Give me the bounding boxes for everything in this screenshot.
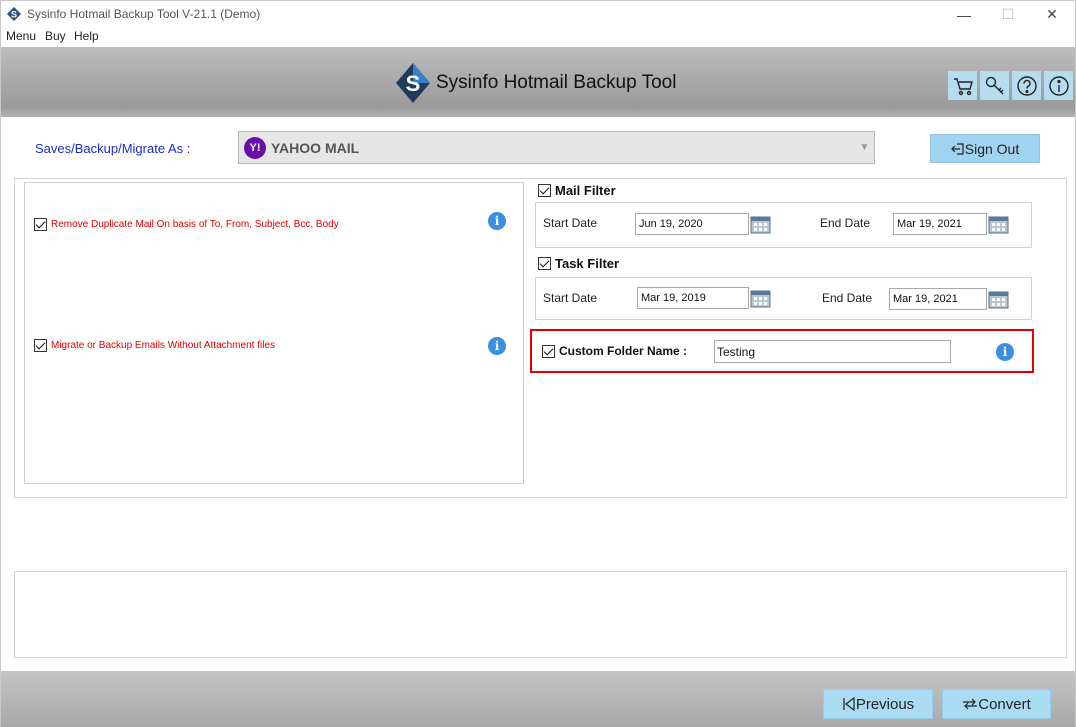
mail-filter-title: Mail Filter <box>555 183 616 198</box>
calendar-icon[interactable] <box>750 288 771 308</box>
app-window: S Sysinfo Hotmail Backup Tool V-21.1 (De… <box>0 0 1076 727</box>
minimize-button[interactable]: — <box>941 1 987 28</box>
remove-duplicate-label: Remove Duplicate Mail On basis of To, Fr… <box>51 219 339 230</box>
remove-duplicate-checkbox[interactable] <box>34 218 47 231</box>
menu-item-help[interactable]: Help <box>74 29 99 43</box>
app-logo-icon: S <box>7 7 21 21</box>
help-button[interactable] <box>1012 71 1041 100</box>
activate-key-button[interactable] <box>980 71 1009 100</box>
previous-button[interactable]: Previous <box>823 689 933 719</box>
custom-folder-label: Custom Folder Name : <box>559 344 688 358</box>
svg-text:S: S <box>11 10 17 20</box>
custom-folder-input[interactable]: Testing <box>714 340 951 363</box>
window-title: Sysinfo Hotmail Backup Tool V-21.1 (Demo… <box>27 7 261 21</box>
convert-icon <box>963 698 978 710</box>
chevron-down-icon[interactable]: ▼ <box>855 132 874 163</box>
mail-start-date-input[interactable]: Jun 19, 2020 <box>635 213 749 235</box>
menu-bar: Menu Buy Help <box>1 28 1075 46</box>
saves-as-label: Saves/Backup/Migrate As : <box>35 141 191 156</box>
custom-folder-option[interactable]: Custom Folder Name : <box>542 344 687 358</box>
remove-duplicate-option[interactable]: Remove Duplicate Mail On basis of To, Fr… <box>34 218 339 231</box>
yahoo-logo-icon: Y! <box>244 137 266 159</box>
menu-item-menu[interactable]: Menu <box>6 29 36 43</box>
sysinfo-logo-icon: S <box>396 63 430 103</box>
info-icon <box>1048 75 1069 96</box>
buy-cart-button[interactable] <box>948 71 977 100</box>
info-icon[interactable]: i <box>488 212 506 230</box>
brand-title: Sysinfo Hotmail Backup Tool <box>436 72 677 93</box>
custom-folder-box: Custom Folder Name : Testing i <box>530 329 1034 373</box>
menu-item-buy[interactable]: Buy <box>45 29 66 43</box>
mail-filter-option[interactable]: Mail Filter <box>538 183 616 198</box>
custom-folder-checkbox[interactable] <box>542 344 555 358</box>
sign-out-label: Sign Out <box>964 140 1020 157</box>
help-icon <box>1016 75 1037 96</box>
brand: S Sysinfo Hotmail Backup Tool <box>394 61 676 105</box>
log-area <box>14 571 1067 658</box>
previous-icon <box>843 697 855 711</box>
previous-label: Previous <box>855 695 915 713</box>
header-banner: S Sysinfo Hotmail Backup Tool <box>1 47 1075 117</box>
about-button[interactable] <box>1044 71 1073 100</box>
task-filter-checkbox[interactable] <box>538 257 551 270</box>
convert-label: Convert <box>978 695 1031 713</box>
close-button[interactable]: ✕ <box>1029 1 1075 28</box>
without-attachment-label: Migrate or Backup Emails Without Attachm… <box>51 340 275 351</box>
task-filter-option[interactable]: Task Filter <box>538 256 619 271</box>
saves-as-selected: YAHOO MAIL <box>271 140 360 156</box>
task-end-date-label: End Date <box>822 291 873 305</box>
task-filter-title: Task Filter <box>555 256 620 271</box>
cart-icon <box>953 77 973 95</box>
calendar-icon[interactable] <box>988 289 1009 309</box>
mail-end-date-input[interactable]: Mar 19, 2021 <box>893 213 987 235</box>
without-attachment-option[interactable]: Migrate or Backup Emails Without Attachm… <box>34 339 275 352</box>
saves-as-dropdown[interactable]: Y! YAHOO MAIL ▼ <box>238 131 875 164</box>
title-bar: S Sysinfo Hotmail Backup Tool V-21.1 (De… <box>1 1 1075 28</box>
svg-text:S: S <box>406 71 421 96</box>
task-start-date-input[interactable]: Mar 19, 2019 <box>637 287 749 309</box>
sign-out-icon <box>950 142 964 155</box>
without-attachment-checkbox[interactable] <box>34 339 47 352</box>
calendar-icon[interactable] <box>988 214 1009 234</box>
info-icon[interactable]: i <box>996 343 1014 361</box>
info-icon[interactable]: i <box>488 337 506 355</box>
key-icon <box>985 76 1003 94</box>
mail-filter-checkbox[interactable] <box>538 184 551 197</box>
sign-out-button[interactable]: Sign Out <box>930 134 1040 163</box>
convert-button[interactable]: Convert <box>942 689 1051 719</box>
mail-end-date-label: End Date <box>820 216 871 230</box>
task-start-date-label: Start Date <box>543 291 598 305</box>
calendar-icon[interactable] <box>750 214 771 234</box>
mail-start-date-label: Start Date <box>543 216 598 230</box>
task-end-date-input[interactable]: Mar 19, 2021 <box>889 288 987 310</box>
maximize-button[interactable]: ☐ <box>985 1 1031 28</box>
